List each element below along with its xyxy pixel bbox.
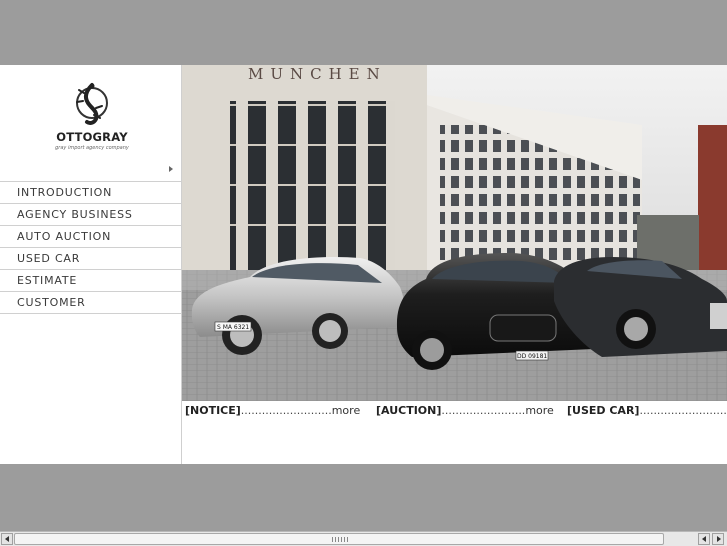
news-item-auction: [AUCTION]........................more (376, 404, 554, 417)
arrow-right-icon (717, 536, 721, 542)
main-nav: INTRODUCTION AGENCY BUSINESS AUTO AUCTIO… (0, 181, 181, 314)
brand-tagline: gray import agency company (55, 145, 129, 151)
news-item-used-car: [USED CAR]..........................m (567, 404, 727, 417)
plate-mercedes: S MA 6321 (217, 324, 249, 331)
scroll-left-button-2[interactable] (698, 533, 710, 545)
scroll-left-button[interactable] (1, 533, 13, 545)
news-item-notice: [NOTICE]..........................more (185, 404, 360, 417)
hero-image: MUNCHEN S MA 6321 DD 09181 (182, 65, 727, 401)
horizontal-scrollbar[interactable] (0, 531, 727, 546)
nav-item-customer[interactable]: CUSTOMER (0, 292, 181, 314)
brand-name: OTTOGRAY (56, 130, 128, 144)
nav-item-agency-business[interactable]: AGENCY BUSINESS (0, 204, 181, 226)
sidebar: OTTOGRAY gray import agency company INTR… (0, 65, 182, 464)
page-content: OTTOGRAY gray import agency company INTR… (0, 65, 727, 464)
arrow-left-icon (702, 536, 706, 542)
gecko-logo-icon (76, 83, 108, 125)
nav-item-introduction[interactable]: INTRODUCTION (0, 182, 181, 204)
news-more-link[interactable]: more (525, 404, 554, 417)
grip-icon (332, 537, 348, 542)
news-tag: [AUCTION] (376, 404, 442, 417)
news-dots: .......................... (639, 404, 727, 417)
bottom-background (0, 464, 727, 531)
news-tag: [USED CAR] (567, 404, 640, 417)
scroll-right-button[interactable] (712, 533, 724, 545)
nav-item-estimate[interactable]: ESTIMATE (0, 270, 181, 292)
news-more-link[interactable]: more (332, 404, 361, 417)
scrollbar-thumb[interactable] (14, 533, 664, 545)
arrow-left-icon (5, 536, 9, 542)
arrow-right-icon[interactable] (169, 166, 173, 172)
top-background (0, 0, 727, 65)
building-sign: MUNCHEN (248, 65, 387, 83)
news-tag: [NOTICE] (185, 404, 241, 417)
news-bar: [NOTICE]..........................more [… (182, 404, 727, 424)
plate-maserati: DD 09181 (517, 353, 547, 360)
news-dots: ........................ (441, 404, 526, 417)
news-dots: .......................... (240, 404, 332, 417)
nav-item-auto-auction[interactable]: AUTO AUCTION (0, 226, 181, 248)
logo[interactable]: OTTOGRAY gray import agency company (52, 81, 132, 156)
nav-item-used-car[interactable]: USED CAR (0, 248, 181, 270)
